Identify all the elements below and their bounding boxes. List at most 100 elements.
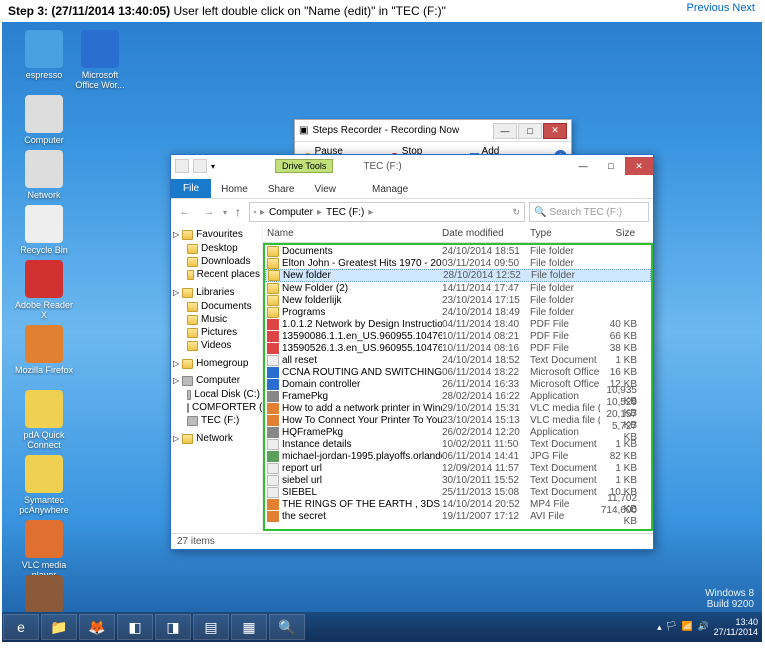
- sidebar-group[interactable]: ▷Homegroup: [173, 358, 260, 369]
- sidebar-group[interactable]: ▷Libraries: [173, 287, 260, 298]
- sidebar-item[interactable]: Desktop: [173, 242, 260, 255]
- file-row[interactable]: FramePkg28/02/2014 16:22Application10,93…: [265, 390, 651, 402]
- tray-volume-icon[interactable]: 🔊: [698, 621, 710, 633]
- pdf-icon: [267, 343, 279, 354]
- desktop-icon-firefox[interactable]: Mozilla Firefox: [14, 325, 74, 375]
- maximize-button[interactable]: □: [597, 157, 625, 175]
- column-header-size[interactable]: Size: [596, 228, 653, 239]
- breadcrumb-item[interactable]: TEC (F:): [326, 207, 364, 218]
- qat-dropdown[interactable]: ▾: [211, 162, 215, 171]
- file-row[interactable]: Elton John - Greatest Hits 1970 - 200203…: [265, 257, 651, 269]
- column-header-date[interactable]: Date modified: [438, 228, 526, 239]
- status-bar: 27 items: [171, 533, 653, 551]
- desktop-icon-espresso[interactable]: espresso: [14, 30, 74, 80]
- taskbar-button-explorer[interactable]: 📁: [41, 614, 77, 640]
- taskbar-button-firefox[interactable]: 🦊: [79, 614, 115, 640]
- desktop-icon-recyclebin[interactable]: Recycle Bin: [14, 205, 74, 255]
- sidebar-item[interactable]: Local Disk (C:): [173, 388, 260, 401]
- txt-icon: [267, 355, 279, 366]
- file-row[interactable]: 13590086.1.1.en_US.960955.10476010/11/20…: [265, 330, 651, 342]
- taskbar-button-app1[interactable]: ◧: [117, 614, 153, 640]
- close-button[interactable]: ✕: [625, 157, 653, 175]
- file-row[interactable]: report url12/09/2014 11:57Text Document1…: [265, 462, 651, 474]
- sidebar-item[interactable]: TEC (F:): [173, 414, 260, 427]
- nav-history-dropdown[interactable]: ▾: [223, 208, 227, 217]
- sidebar-item[interactable]: COMFORTER (D:): [173, 401, 260, 414]
- file-row[interactable]: Programs24/10/2014 18:49File folder: [265, 306, 651, 318]
- sidebar-item[interactable]: Pictures: [173, 326, 260, 339]
- taskbar-button-app2[interactable]: ◨: [155, 614, 191, 640]
- file-row[interactable]: the secret19/11/2007 17:12AVI File714,60…: [265, 510, 651, 522]
- file-row[interactable]: New Folder (2)14/11/2014 17:47File folde…: [265, 282, 651, 294]
- ribbon-tab-share[interactable]: Share: [258, 181, 305, 198]
- desktop-icon-pda[interactable]: pdA Quick Connect: [14, 390, 74, 450]
- desktop-icon-network[interactable]: Network: [14, 150, 74, 200]
- nav-up-button[interactable]: ↑: [231, 205, 245, 219]
- sidebar-item[interactable]: Music: [173, 313, 260, 326]
- close-button[interactable]: ✕: [543, 123, 567, 139]
- sidebar-item[interactable]: Videos: [173, 339, 260, 352]
- file-row[interactable]: michael-jordan-1995.playoffs.orlando.206…: [265, 450, 651, 462]
- file-row[interactable]: all reset24/10/2014 18:52Text Document1 …: [265, 354, 651, 366]
- desktop-icon-adobe[interactable]: Adobe Reader X: [14, 260, 74, 320]
- ribbon-tab-file[interactable]: File: [171, 179, 211, 198]
- sidebar-item[interactable]: Documents: [173, 300, 260, 313]
- file-row[interactable]: 13590526.1.3.en_US.960955.10476010/11/20…: [265, 342, 651, 354]
- clock[interactable]: 13:40 27/11/2014: [714, 617, 758, 637]
- addr-refresh-button[interactable]: ↻: [512, 207, 520, 218]
- jpg-icon: [267, 451, 279, 462]
- file-row[interactable]: siebel url30/10/2011 15:52Text Document1…: [265, 474, 651, 486]
- taskbar-button-search[interactable]: 🔍: [269, 614, 305, 640]
- taskbar-button-app3[interactable]: ▤: [193, 614, 229, 640]
- file-row[interactable]: THE RINGS OF THE EARTH , 3DS Max Ani...1…: [265, 498, 651, 510]
- tray-icon[interactable]: 🏳: [666, 621, 678, 633]
- address-bar[interactable]: ▸ Computer ▸ TEC (F:) ▸ ↻: [249, 202, 525, 222]
- search-input[interactable]: 🔍 Search TEC (F:): [529, 202, 649, 222]
- file-row[interactable]: New folder28/10/2014 12:52File folder: [265, 269, 651, 282]
- file-row[interactable]: Domain controller26/11/2014 16:33Microso…: [265, 378, 651, 390]
- nav-back-button[interactable]: ←: [175, 202, 195, 222]
- minimize-button[interactable]: —: [569, 157, 597, 175]
- nav-forward-button[interactable]: →: [199, 202, 219, 222]
- sidebar-item[interactable]: Downloads: [173, 255, 260, 268]
- drive-tools-tab[interactable]: Drive Tools: [275, 159, 333, 173]
- file-row[interactable]: How To Connect Your Printer To Your N...…: [265, 414, 651, 426]
- txt-icon: [267, 475, 279, 486]
- column-header-type[interactable]: Type: [526, 228, 596, 239]
- desktop-icon-msword[interactable]: Microsoft Office Wor...: [70, 30, 130, 90]
- app-icon: [267, 427, 279, 438]
- minimize-button[interactable]: —: [493, 123, 517, 139]
- sidebar-group[interactable]: ▷Favourites: [173, 229, 260, 240]
- ribbon-tab-manage[interactable]: Manage: [362, 181, 418, 198]
- maximize-button[interactable]: □: [518, 123, 542, 139]
- file-row[interactable]: Documents24/10/2014 18:51File folder: [265, 245, 651, 257]
- file-row[interactable]: SIEBEL25/11/2013 15:08Text Document10 KB: [265, 486, 651, 498]
- ribbon-tab-view[interactable]: View: [305, 181, 347, 198]
- taskbar-button-apps[interactable]: ▦: [231, 614, 267, 640]
- file-row[interactable]: 1.0.1.2 Network by Design Instructions04…: [265, 318, 651, 330]
- txt-icon: [267, 439, 279, 450]
- file-row[interactable]: CCNA ROUTING AND SWITCHING06/11/2014 18:…: [265, 366, 651, 378]
- sidebar-item[interactable]: Recent places: [173, 268, 260, 281]
- prev-next-links[interactable]: Previous Next: [687, 2, 755, 14]
- tray-chevron-icon[interactable]: ▴: [657, 622, 662, 633]
- taskbar-button-ie[interactable]: e: [3, 614, 39, 640]
- file-row[interactable]: HQFramePkg26/02/2014 12:20Application5,7…: [265, 426, 651, 438]
- sidebar-group[interactable]: ▷Computer: [173, 375, 260, 386]
- tray-network-icon[interactable]: 📶: [682, 621, 694, 633]
- file-list: Documents24/10/2014 18:51File folderElto…: [263, 243, 653, 531]
- desktop-icon-symantec[interactable]: Symantec pcAnywhere: [14, 455, 74, 515]
- column-header-name[interactable]: Name: [263, 228, 438, 239]
- desktop-icon-computer[interactable]: Computer: [14, 95, 74, 145]
- file-row[interactable]: How to add a network printer in Windows2…: [265, 402, 651, 414]
- qat-button[interactable]: [193, 159, 207, 173]
- sidebar-group[interactable]: ▷Network: [173, 433, 260, 444]
- desktop-icon-vlc[interactable]: VLC media player: [14, 520, 74, 580]
- system-tray[interactable]: ▴ 🏳 📶 🔊 13:40 27/11/2014: [657, 617, 762, 637]
- ribbon-tab-home[interactable]: Home: [211, 181, 258, 198]
- qat-button[interactable]: [175, 159, 189, 173]
- breadcrumb-item[interactable]: Computer: [269, 207, 313, 218]
- file-row[interactable]: New folderlijk23/10/2014 17:15File folde…: [265, 294, 651, 306]
- drive-icon: [254, 211, 256, 213]
- file-row[interactable]: Instance details10/02/2011 11:50Text Doc…: [265, 438, 651, 450]
